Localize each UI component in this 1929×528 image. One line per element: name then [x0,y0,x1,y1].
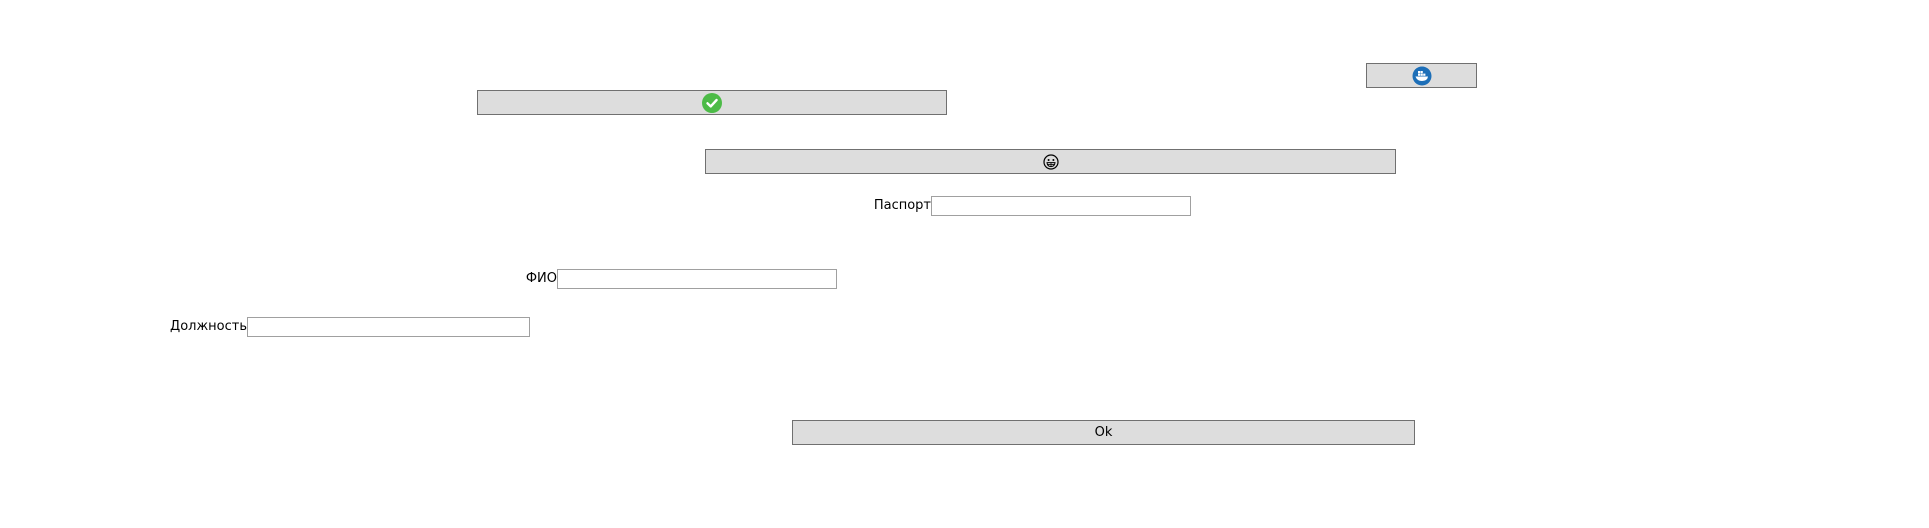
fio-input[interactable] [557,269,837,289]
fio-label: ФИО [525,271,557,286]
checkmark-icon [702,92,722,113]
logo-button[interactable] [1366,63,1477,88]
ok-button[interactable]: Ok [792,420,1415,445]
emoji-button[interactable] [705,149,1396,174]
position-label: Должность [170,319,247,334]
grin-face-icon [1042,153,1059,170]
position-input[interactable] [247,317,530,337]
passport-input[interactable] [931,196,1191,216]
passport-label: Паспорт [873,198,931,213]
whale-logo-icon [1412,66,1432,86]
confirm-button[interactable] [477,90,947,115]
